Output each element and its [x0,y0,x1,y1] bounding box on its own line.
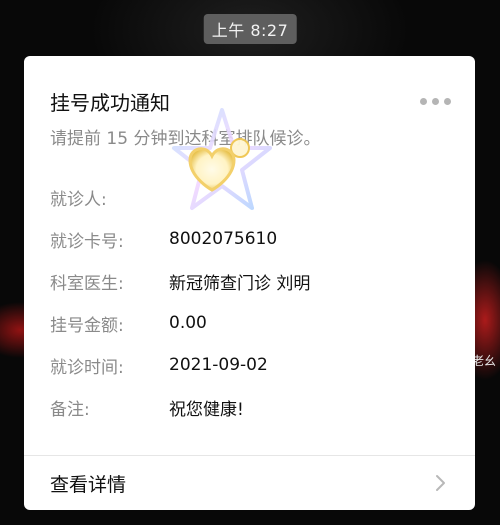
field-label: 挂号金额: [50,315,124,336]
dot [432,98,439,105]
field-value: 新冠筛查门诊 刘明 [169,273,311,294]
notification-card[interactable]: 挂号成功通知 请提前 15 分钟到达科室排队候诊。 就诊人: 就诊卡号: 800… [24,56,475,510]
field-value: 8002075610 [169,229,278,249]
field-row-department-doctor: 科室医生: 新冠筛查门诊 刘明 [50,268,450,294]
field-label: 就诊人: [50,189,107,210]
view-details-link[interactable]: 查看详情 [24,456,475,510]
dot [420,98,427,105]
background-side-text: 老幺 [471,354,496,368]
field-row-fee: 挂号金额: 0.00 [50,310,450,336]
field-row-remarks: 备注: 祝您健康! [50,394,450,420]
card-title: 挂号成功通知 [50,91,170,115]
field-value: 0.00 [169,313,207,333]
field-label: 就诊卡号: [50,231,124,252]
chevron-right-icon [436,475,445,491]
more-dots-icon[interactable] [420,98,451,105]
heart-star-sticker-icon [172,108,272,210]
field-label: 备注: [50,399,90,420]
field-label: 就诊时间: [50,357,124,378]
field-row-visit-time: 就诊时间: 2021-09-02 [50,352,450,378]
field-row-card-number: 就诊卡号: 8002075610 [50,226,450,252]
field-label: 科室医生: [50,273,124,294]
message-timestamp: 上午 8:27 [203,14,297,44]
dot [444,98,451,105]
field-value: 2021-09-02 [169,355,268,375]
view-details-label: 查看详情 [50,473,127,496]
field-value: 祝您健康! [169,399,244,420]
